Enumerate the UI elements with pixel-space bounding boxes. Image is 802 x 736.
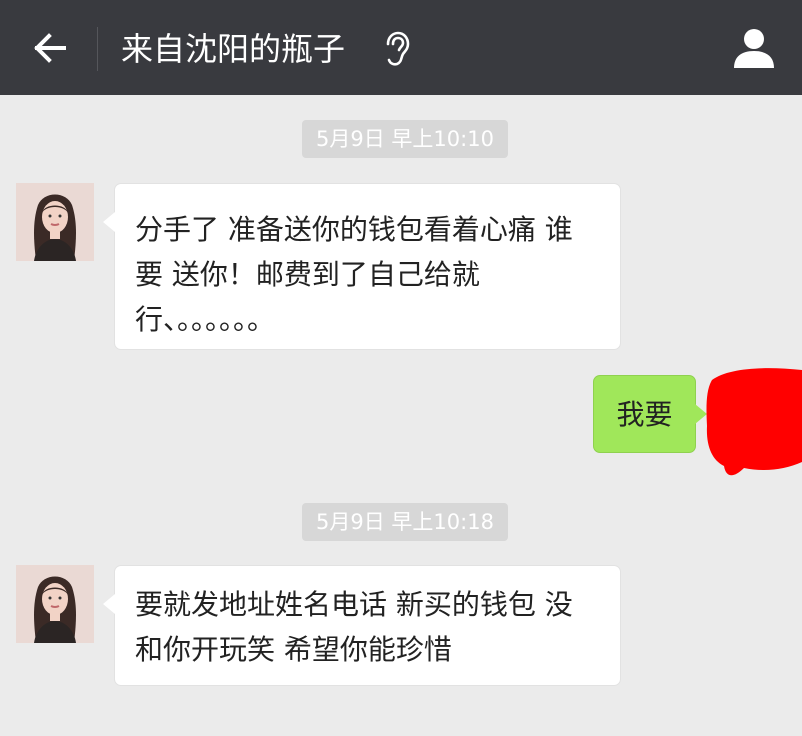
message-line: 要就发地址姓名电话 新买的钱包 没 bbox=[135, 588, 573, 621]
message-line: 行、。。。。。。 bbox=[135, 303, 276, 336]
timestamp-2: 5月9日 早上10:18 bbox=[302, 503, 508, 541]
sender-avatar[interactable] bbox=[16, 565, 94, 643]
timestamp-1: 5月9日 早上10:10 bbox=[302, 120, 508, 158]
avatar-image bbox=[16, 183, 94, 261]
chat-title: 来自沈阳的瓶子 bbox=[121, 30, 346, 68]
sender-avatar[interactable] bbox=[16, 183, 94, 261]
ear-icon bbox=[386, 31, 410, 66]
message-line: 我要 bbox=[616, 398, 673, 431]
chat-screen: 来自沈阳的瓶子 5月9日 早上10:10 分手了 准备送你的钱包看着心痛 谁 要… bbox=[0, 0, 802, 736]
back-button[interactable] bbox=[24, 24, 76, 72]
outgoing-message-bubble[interactable]: 我要 bbox=[593, 375, 707, 453]
message-line: 要 送你！邮费到了自己给就 bbox=[135, 258, 480, 291]
avatar-image bbox=[16, 565, 94, 643]
message-line: 和你开玩笑 希望你能珍惜 bbox=[135, 633, 452, 666]
incoming-message-bubble[interactable]: 分手了 准备送你的钱包看着心痛 谁 要 送你！邮费到了自己给就 行、。。。。。。 bbox=[103, 183, 621, 350]
redacted-avatar-scribble bbox=[706, 368, 802, 476]
header-divider bbox=[97, 27, 98, 71]
chat-info-button[interactable] bbox=[728, 24, 780, 72]
message-line: 分手了 准备送你的钱包看着心痛 谁 bbox=[135, 213, 573, 246]
person-icon bbox=[734, 29, 774, 68]
incoming-message-bubble[interactable]: 要就发地址姓名电话 新买的钱包 没 和你开玩笑 希望你能珍惜 bbox=[103, 565, 621, 686]
top-bar: 来自沈阳的瓶子 bbox=[0, 0, 802, 95]
arrow-left-icon bbox=[34, 33, 66, 63]
